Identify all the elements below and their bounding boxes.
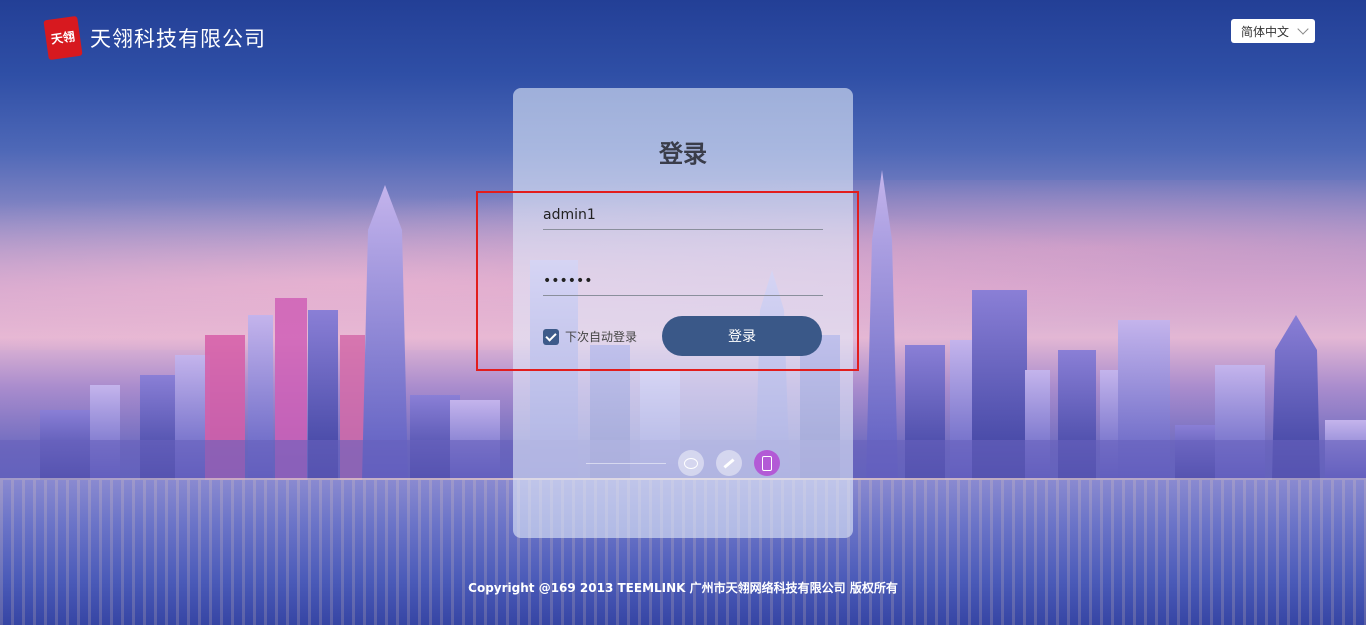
chat-icon[interactable] xyxy=(678,450,704,476)
chevron-down-icon xyxy=(1297,23,1309,35)
checkbox-checked-icon[interactable] xyxy=(543,328,559,345)
remember-me-label: 下次自动登录 xyxy=(565,330,638,344)
brand: 天翎 天翎科技有限公司 xyxy=(43,15,266,61)
company-name: 天翎科技有限公司 xyxy=(90,27,266,51)
username-field xyxy=(543,196,823,230)
phone-icon[interactable] xyxy=(754,450,780,476)
login-title: 登录 xyxy=(659,140,707,168)
divider-left xyxy=(586,462,666,464)
language-select-value: 简体中文 xyxy=(1241,24,1290,39)
username-input[interactable] xyxy=(543,196,823,229)
language-select[interactable]: 简体中文 xyxy=(1231,19,1315,43)
password-field xyxy=(543,262,823,296)
login-button[interactable]: 登录 xyxy=(662,316,822,356)
company-logo: 天翎 xyxy=(43,15,83,61)
remember-me-checkbox[interactable]: 下次自动登录 xyxy=(543,328,637,345)
footer-copyright: Copyright @169 2013 TEEMLINK 广州市天翎网络科技有限… xyxy=(468,581,898,595)
edit-icon[interactable] xyxy=(716,450,742,476)
social-login-row xyxy=(513,450,853,476)
password-input[interactable] xyxy=(543,262,823,295)
login-card: 登录 下次自动登录 登录 xyxy=(513,88,853,538)
